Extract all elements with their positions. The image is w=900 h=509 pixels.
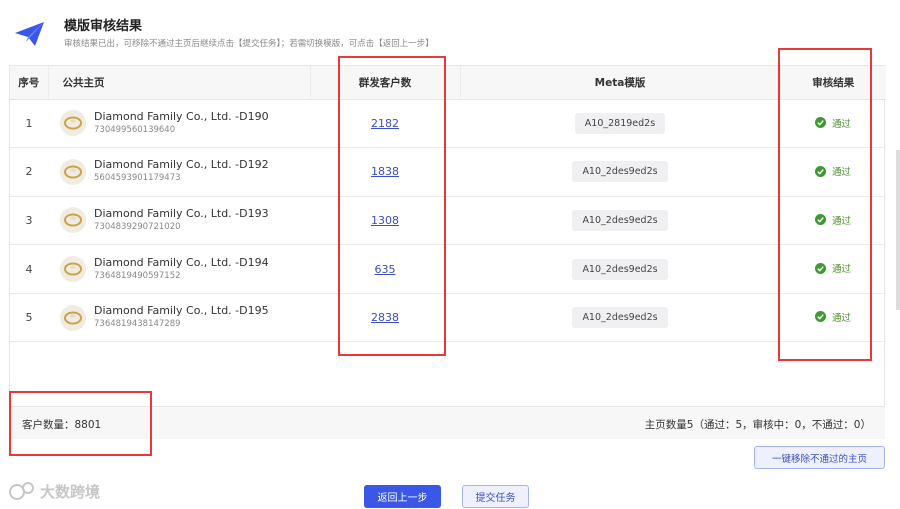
table-row: 3 Diamond Family Co., Ltd. -D193 730483929… [10,196,886,246]
ring-icon [64,213,82,227]
count-cell: 1308 [310,196,460,246]
page-subtitle: 审核结果已出，可移除不通过主页后继续点击【提交任务】；若需切换模版，可点击【返回… [64,39,434,49]
result-status: 通过 [814,261,851,276]
table-footer: 客户数量：8801 主页数量5（通过：5，审核中：0，不通过：0） [9,406,885,439]
page-name: Diamond Family Co., Ltd. -D195 [94,304,269,318]
page-id: 5604593901179473 [94,173,181,184]
result-cell: 通过 [780,293,886,343]
template-badge: A10_2819ed2s [574,112,666,134]
check-circle-icon [814,311,826,323]
result-status: 通过 [814,164,851,179]
result-text: 通过 [831,312,851,324]
result-text: 通过 [831,118,851,130]
count-cell: 1838 [310,147,460,197]
page-cell: Diamond Family Co., Ltd. -D195 7364819438… [48,293,310,343]
ring-icon [64,116,82,130]
page-cell: Diamond Family Co., Ltd. -D192 5604593901… [48,147,310,197]
ring-icon [64,262,82,276]
table-header-row: 序号 公共主页 群发客户数 Meta模版 审核结果 [10,66,886,100]
result-status: 通过 [814,213,851,227]
submit-task-button[interactable]: 提交任务 [462,485,529,508]
avatar [60,158,86,185]
row-index: 4 [10,244,48,294]
result-text: 通过 [831,215,851,227]
column-header-index: 序号 [10,66,49,100]
table-row: 5 Diamond Family Co., Ltd. -D195 736481943… [10,293,886,343]
column-header-template: Meta模版 [460,66,781,100]
page-id: 730499560139640 [94,124,176,135]
check-circle-icon [814,165,826,177]
template-cell: A10_2des9ed2s [460,147,780,197]
paper-plane-icon [15,22,44,46]
page-title: 模版审核结果 [64,19,143,34]
result-status: 通过 [814,116,851,130]
count-cell: 635 [310,244,460,294]
avatar [60,304,86,331]
page-name: Diamond Family Co., Ltd. -D194 [94,255,269,269]
row-index: 5 [10,293,48,343]
customer-count-link[interactable]: 1308 [371,214,399,227]
page-id: 7364819438147289 [94,319,181,330]
template-cell: A10_2819ed2s [460,99,780,149]
page-summary: 主页数量5（通过：5，审核中：0，不通过：0） [644,419,871,431]
customer-count-link[interactable]: 2182 [371,117,399,130]
review-result-table: 序号 公共主页 群发客户数 Meta模版 审核结果 1 Diamond Famil… [9,65,886,439]
table-row: 4 Diamond Family Co., Ltd. -D194 736481949… [10,244,886,294]
page-cell: Diamond Family Co., Ltd. -D194 7364819490… [48,244,310,294]
watermark-text: 大数跨境 [40,482,101,501]
template-badge: A10_2des9ed2s [572,209,668,231]
column-header-result: 审核结果 [780,66,886,100]
page-cell: Diamond Family Co., Ltd. -D193 7304839290… [48,196,310,246]
page-header: 模版审核结果 审核结果已出，可移除不通过主页后继续点击【提交任务】；若需切换模版… [14,10,874,56]
table-row: 1 Diamond Family Co., Ltd. -D190 730499560… [10,99,886,149]
brand-logo-icon [9,482,34,500]
result-text: 通过 [831,167,851,179]
check-circle-icon [814,262,826,274]
row-index: 2 [10,147,48,197]
check-circle-icon [814,214,826,226]
page-name: Diamond Family Co., Ltd. -D190 [94,109,269,123]
column-header-page: 公共主页 [48,66,311,100]
result-status: 通过 [814,310,851,324]
column-header-count: 群发客户数 [310,66,461,100]
page-name: Diamond Family Co., Ltd. -D192 [94,158,269,172]
template-badge: A10_2des9ed2s [572,258,668,280]
result-cell: 通过 [780,147,886,197]
page-name: Diamond Family Co., Ltd. -D193 [94,206,269,220]
ring-icon [64,311,82,325]
page-id: 7304839290721020 [94,221,181,232]
avatar [60,110,86,137]
page-id: 7364819490597152 [94,270,181,281]
template-badge: A10_2des9ed2s [572,307,668,329]
table-row: 2 Diamond Family Co., Ltd. -D192 560459390… [10,147,886,197]
count-cell: 2182 [310,99,460,149]
customer-count: 客户数量：8801 [22,419,102,431]
result-cell: 通过 [780,99,886,149]
avatar [60,256,86,283]
empty-row [10,342,886,405]
result-cell: 通过 [780,244,886,294]
customer-count-link[interactable]: 1838 [371,165,399,178]
template-badge: A10_2des9ed2s [572,161,668,183]
customer-count-link[interactable]: 635 [375,263,396,276]
check-circle-icon [814,117,826,129]
watermark: 大数跨境 [8,480,100,502]
ring-icon [64,165,82,179]
result-text: 通过 [831,264,851,276]
row-index: 3 [10,196,48,246]
page-cell: Diamond Family Co., Ltd. -D190 7304995601… [48,99,310,149]
remove-failed-pages-button[interactable]: 一键移除不通过的主页 [754,446,885,469]
avatar [60,207,86,234]
template-cell: A10_2des9ed2s [460,293,780,343]
template-cell: A10_2des9ed2s [460,196,780,246]
template-cell: A10_2des9ed2s [460,244,780,294]
customer-count-link[interactable]: 2838 [371,311,399,324]
scrollbar[interactable] [896,150,900,310]
back-button[interactable]: 返回上一步 [364,485,441,508]
row-index: 1 [10,99,48,149]
count-cell: 2838 [310,293,460,343]
result-cell: 通过 [780,196,886,246]
